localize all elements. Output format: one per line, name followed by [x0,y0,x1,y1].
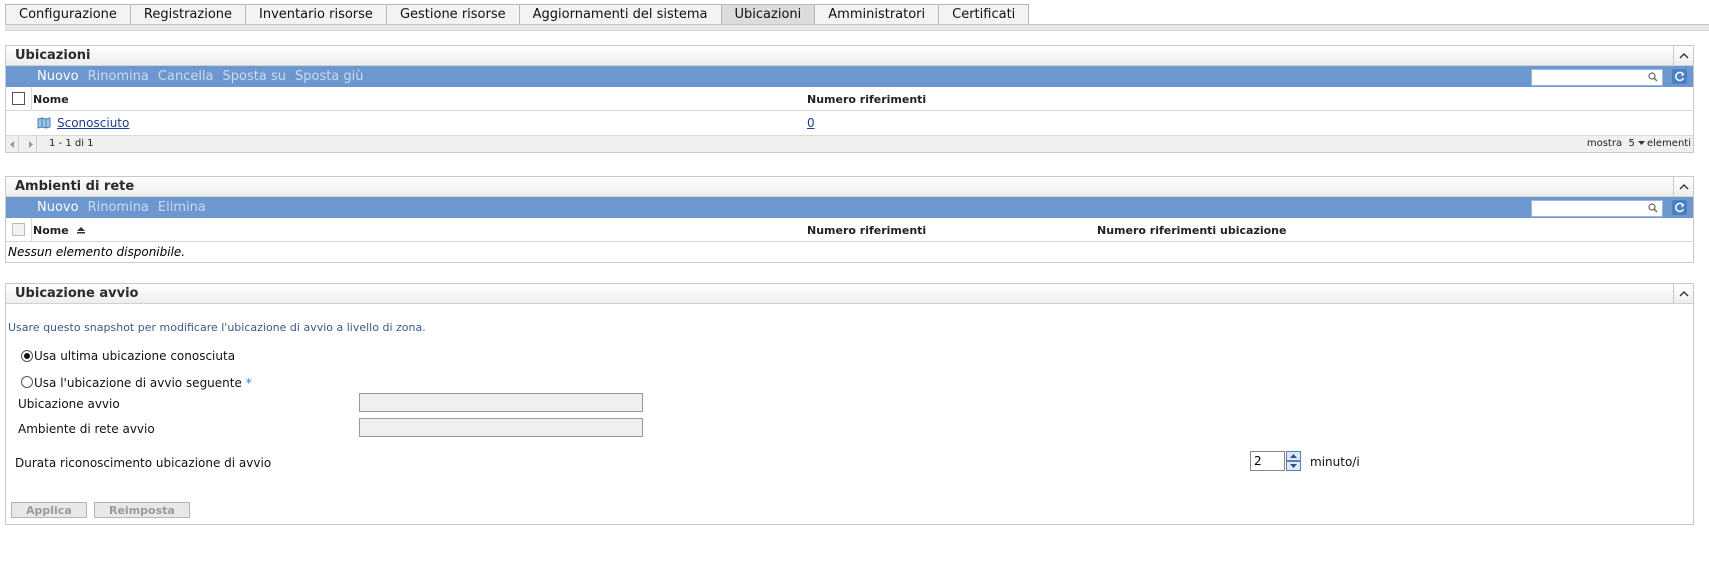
refresh-icon[interactable] [1672,69,1687,84]
radio-last-known[interactable] [21,350,33,362]
startup-panel-title: Ubicazione avvio [15,286,139,301]
startup-location-label: Ubicazione avvio [18,397,120,411]
search-input[interactable] [1531,200,1663,217]
collapse-icon[interactable] [1673,177,1693,196]
stepper-down-icon[interactable] [1286,461,1301,471]
required-mark: * [245,376,252,390]
network-panel-header: Ambienti di rete [6,177,1693,197]
reset-button[interactable]: Reimposta [94,502,190,518]
locations-panel: Ubicazioni Nuovo Rinomina Cancella Spost… [5,45,1694,153]
startup-network-field[interactable] [359,418,643,437]
rename-button[interactable]: Rinomina [88,69,149,84]
duration-stepper[interactable]: 2 [1250,451,1285,471]
startup-panel-header: Ubicazione avvio [6,284,1693,304]
move-down-button[interactable]: Sposta giù [295,69,364,84]
stepper-arrows [1286,451,1301,471]
delete-button[interactable]: Cancella [158,69,214,84]
rename-button[interactable]: Rinomina [88,200,149,215]
column-nome[interactable]: Nome [33,93,69,106]
show-label: mostra [1586,138,1623,149]
new-button[interactable]: Nuovo [37,69,79,84]
stepper-up-icon[interactable] [1286,451,1301,461]
column-nome-label: Nome [33,224,69,237]
locations-grid-header: Nome Numero riferimenti [6,87,1693,111]
collapse-icon[interactable] [1673,284,1693,303]
network-toolbar: Nuovo Rinomina Elimina [6,197,1693,218]
location-name-link[interactable]: Sconosciuto [57,116,129,130]
locations-panel-header: Ubicazioni [6,46,1693,66]
tab-ubicazioni[interactable]: Ubicazioni [721,4,816,25]
tab-certificati[interactable]: Certificati [939,4,1030,25]
refresh-icon[interactable] [1672,200,1687,215]
column-nome[interactable]: Nome [33,224,85,237]
empty-row: Nessun elemento disponibile. [6,242,1693,262]
tab-registrazione[interactable]: Registrazione [130,4,247,25]
tab-configurazione[interactable]: Configurazione [5,4,131,25]
collapse-icon[interactable] [1673,46,1693,65]
tab-inventario-risorse[interactable]: Inventario risorse [246,4,387,25]
startup-network-label: Ambiente di rete avvio [18,422,155,436]
network-grid-header: Nome Numero riferimenti Numero riferimen… [6,218,1693,242]
select-all-checkbox[interactable] [12,223,25,236]
location-icon [37,117,51,129]
location-refs-link[interactable]: 0 [807,116,815,130]
tab-bar-divider [5,24,1709,31]
sort-ascending-icon [76,227,85,234]
delete-button[interactable]: Elimina [158,200,206,215]
search-icon [1648,203,1658,213]
startup-location-field[interactable] [359,393,643,412]
network-panel-title: Ambienti di rete [15,179,135,194]
tab-gestione-risorse[interactable]: Gestione risorse [386,4,520,25]
items-label: elementi [1646,138,1691,149]
startup-location-panel: Ubicazione avvio Usare questo snapshot p… [5,283,1694,525]
tab-aggiornamenti-sistema[interactable]: Aggiornamenti del sistema [519,4,722,25]
page-size-select[interactable]: 5 [1628,138,1634,149]
move-up-button[interactable]: Sposta su [223,69,286,84]
empty-message: Nessun elemento disponibile. [8,245,186,259]
radio-last-known-label: Usa ultima ubicazione conosciuta [34,349,236,363]
column-numero-riferimenti[interactable]: Numero riferimenti [807,224,926,237]
duration-unit: minuto/i [1310,455,1360,469]
search-icon [1648,72,1658,82]
table-row[interactable]: Sconosciuto 0 [6,111,1693,136]
select-all-checkbox[interactable] [12,92,25,105]
radio-following[interactable] [21,376,33,388]
tab-amministratori[interactable]: Amministratori [815,4,940,25]
chevron-down-icon[interactable] [1638,141,1645,146]
new-button[interactable]: Nuovo [37,200,79,215]
duration-label: Durata riconoscimento ubicazione di avvi… [15,456,272,470]
main-tab-bar: Configurazione Registrazione Inventario … [5,4,1030,25]
column-numero-riferimenti[interactable]: Numero riferimenti [807,93,926,106]
startup-description: Usare questo snapshot per modificare l'u… [8,321,426,334]
locations-panel-title: Ubicazioni [15,48,91,63]
page-range: 1 - 1 di 1 [49,138,94,149]
network-environments-panel: Ambienti di rete Nuovo Rinomina Elimina … [5,176,1694,263]
column-numero-riferimenti-ubicazione[interactable]: Numero riferimenti ubicazione [1097,224,1286,237]
radio-following-label: Usa l'ubicazione di avvio seguente [34,376,242,390]
next-page-icon[interactable] [24,136,37,152]
locations-toolbar: Nuovo Rinomina Cancella Sposta su Sposta… [6,66,1693,87]
prev-page-icon[interactable] [6,136,19,152]
locations-pager: 1 - 1 di 1 mostra 5 elementi [6,136,1693,152]
apply-button[interactable]: Applica [11,502,87,518]
search-input[interactable] [1531,69,1663,86]
